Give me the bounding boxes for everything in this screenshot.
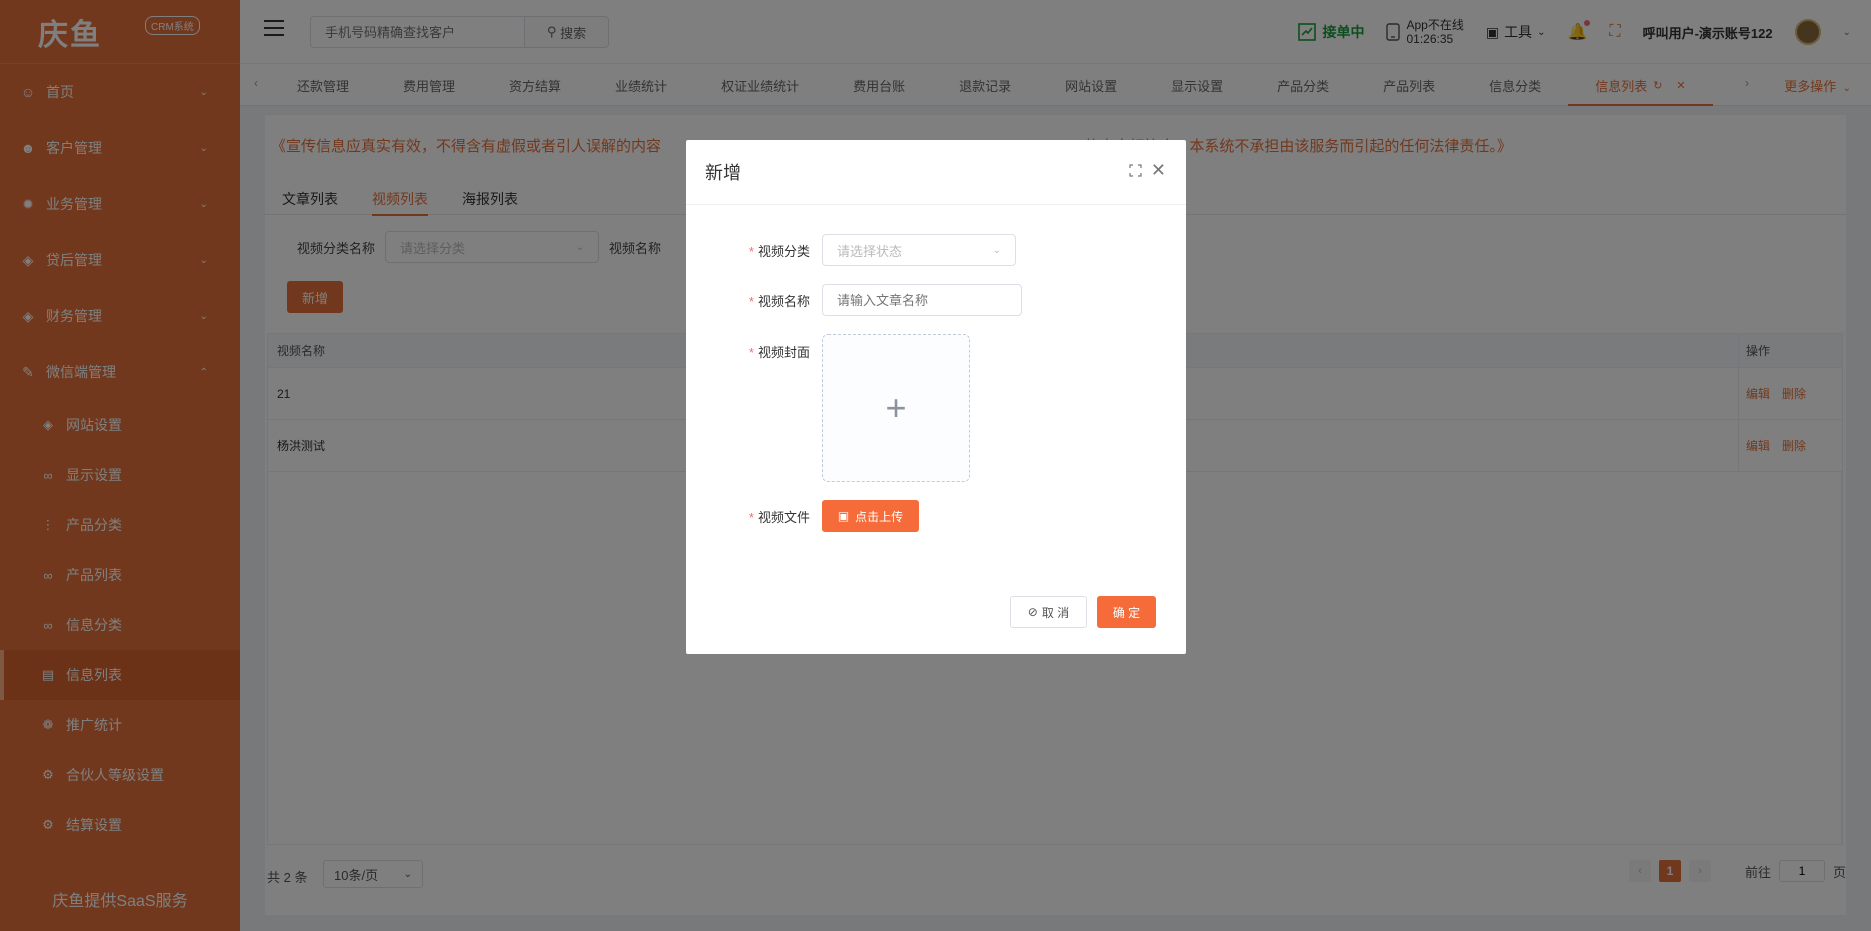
upload-file-button[interactable]: ▣ 点击上传 bbox=[822, 500, 919, 532]
upload-button-label: 点击上传 bbox=[855, 509, 904, 524]
cancel-circle-icon: ⊘ bbox=[1027, 605, 1038, 619]
form-row-file: * 视频文件 ▣ 点击上传 bbox=[686, 500, 919, 532]
required-mark: * bbox=[748, 509, 754, 525]
category-placeholder: 请选择状态 bbox=[837, 243, 903, 259]
cover-label: 视频封面 bbox=[757, 345, 810, 360]
category-label: 视频分类 bbox=[757, 243, 810, 259]
close-icon[interactable]: ✕ bbox=[1151, 161, 1166, 179]
folder-icon: ▣ bbox=[837, 509, 850, 523]
video-name-input[interactable] bbox=[822, 284, 1022, 316]
name-label: 视频名称 bbox=[757, 293, 810, 309]
cancel-button[interactable]: ⊘ 取 消 bbox=[1010, 596, 1087, 628]
plus-icon: + bbox=[885, 387, 907, 428]
cover-image-uploader[interactable]: + bbox=[822, 334, 970, 482]
add-video-dialog: 新增 ✕ *视频分类 请选择状态 ⌄ *视频名称 *视频封面 + *视频文件 ▣… bbox=[686, 140, 1186, 654]
form-row-category: * 视频分类 请选择状态 ⌄ bbox=[686, 234, 1016, 266]
confirm-button[interactable]: 确 定 bbox=[1097, 596, 1156, 628]
required-mark: * bbox=[748, 293, 754, 309]
dialog-title: 新增 bbox=[705, 163, 741, 183]
dialog-footer: ⊘ 取 消 确 定 bbox=[1010, 596, 1156, 628]
dialog-header: 新增 ✕ bbox=[686, 140, 1186, 205]
chevron-down-icon: ⌄ bbox=[992, 244, 1001, 256]
maximize-icon[interactable] bbox=[1129, 164, 1142, 177]
required-mark: * bbox=[748, 345, 754, 360]
video-category-select[interactable]: 请选择状态 ⌄ bbox=[822, 234, 1016, 266]
required-mark: * bbox=[748, 243, 754, 259]
cancel-button-label: 取 消 bbox=[1041, 605, 1070, 620]
form-row-name: * 视频名称 bbox=[686, 284, 1022, 316]
file-label: 视频文件 bbox=[757, 509, 810, 525]
form-row-cover: * 视频封面 + bbox=[686, 334, 970, 482]
